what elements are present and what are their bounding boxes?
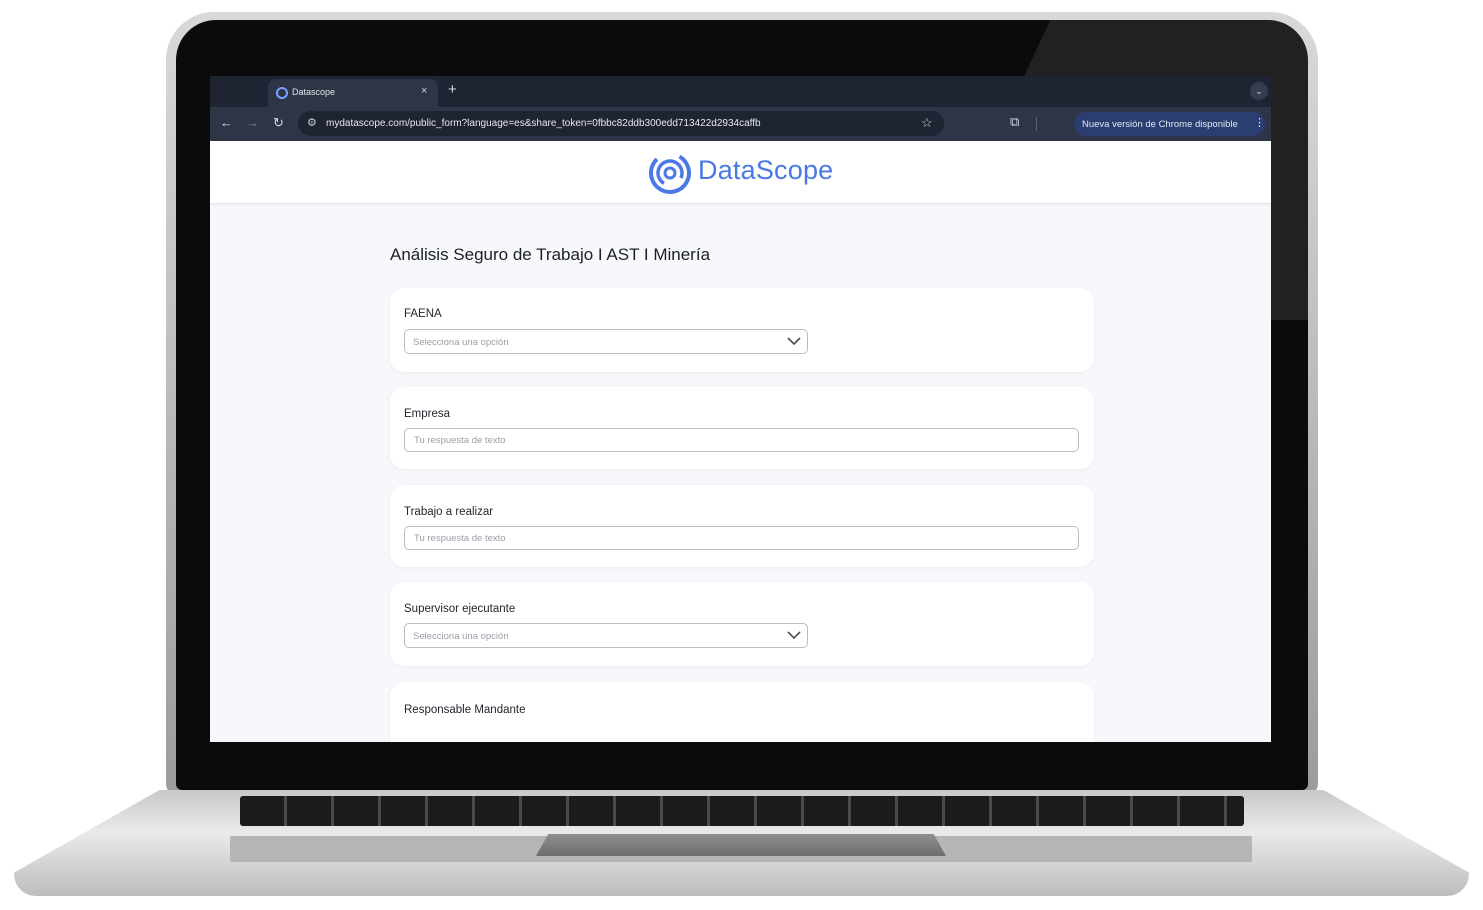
select-placeholder: Selecciona una opción (413, 631, 509, 642)
tab-close-icon[interactable]: × (421, 85, 427, 97)
question-label: Supervisor ejecutante (404, 603, 516, 615)
form-title: Análisis Seguro de Trabajo I AST I Miner… (390, 245, 711, 264)
select-placeholder: Selecciona una opción (413, 337, 509, 348)
chevron-down-icon (787, 337, 801, 346)
browser-tab-bar: Datascope × + ⌄ (210, 76, 1271, 107)
question-card-trabajo: Trabajo a realizar (390, 485, 1094, 567)
trackpad (536, 834, 946, 856)
datascope-favicon-icon (276, 87, 288, 99)
back-arrow-icon[interactable]: ← (220, 115, 233, 130)
question-label: Trabajo a realizar (404, 506, 494, 518)
bookmark-star-icon[interactable]: ☆ (921, 115, 933, 131)
supervisor-select[interactable]: Selecciona una opción (404, 623, 808, 648)
tab-title: Datascope (292, 87, 336, 97)
faena-select[interactable]: Selecciona una opción (404, 329, 808, 354)
question-label: Responsable Mandante (404, 704, 526, 716)
datascope-logo-icon (649, 152, 691, 194)
new-tab-button[interactable]: + (448, 81, 457, 98)
url-text: mydatascope.com/public_form?language=es&… (326, 118, 761, 129)
forward-arrow-icon[interactable]: → (246, 115, 259, 130)
question-card-supervisor: Supervisor ejecutante Selecciona una opc… (390, 582, 1094, 666)
chrome-update-button[interactable]: Nueva versión de Chrome disponible ⋮ (1074, 112, 1265, 136)
site-header: DataScope (210, 141, 1271, 204)
tab-search-chevron-icon[interactable]: ⌄ (1250, 82, 1268, 100)
trabajo-input[interactable] (404, 526, 1079, 550)
question-card-responsable: Responsable Mandante (390, 682, 1094, 742)
site-info-icon[interactable]: ⚙ (307, 116, 317, 129)
empresa-input[interactable] (404, 428, 1079, 452)
question-card-empresa: Empresa (390, 387, 1094, 469)
screen: Datascope × + ⌄ ← → ↻ ⚙ mydatascope.com/… (210, 76, 1271, 742)
browser-tab[interactable]: Datascope × (268, 79, 438, 107)
update-label: Nueva versión de Chrome disponible (1082, 119, 1238, 130)
reload-icon[interactable]: ↻ (273, 115, 284, 131)
more-menu-icon[interactable]: ⋮ (1254, 116, 1265, 129)
extensions-icon[interactable]: ⧉ (1010, 114, 1019, 130)
question-label: Empresa (404, 408, 451, 420)
question-card-faena: FAENA Selecciona una opción (390, 288, 1094, 372)
question-label: FAENA (404, 308, 442, 320)
toolbar-divider (1036, 117, 1037, 131)
laptop-mockup: Datascope × + ⌄ ← → ↻ ⚙ mydatascope.com/… (0, 0, 1483, 910)
logo-wordmark: DataScope (698, 155, 834, 185)
chevron-down-icon (787, 631, 801, 640)
address-bar[interactable]: ⚙ mydatascope.com/public_form?language=e… (298, 111, 944, 136)
browser-toolbar: ← → ↻ ⚙ mydatascope.com/public_form?lang… (210, 107, 1271, 141)
keyboard (240, 796, 1244, 826)
page-content: DataScope Análisis Seguro de Trabajo I A… (210, 141, 1271, 742)
